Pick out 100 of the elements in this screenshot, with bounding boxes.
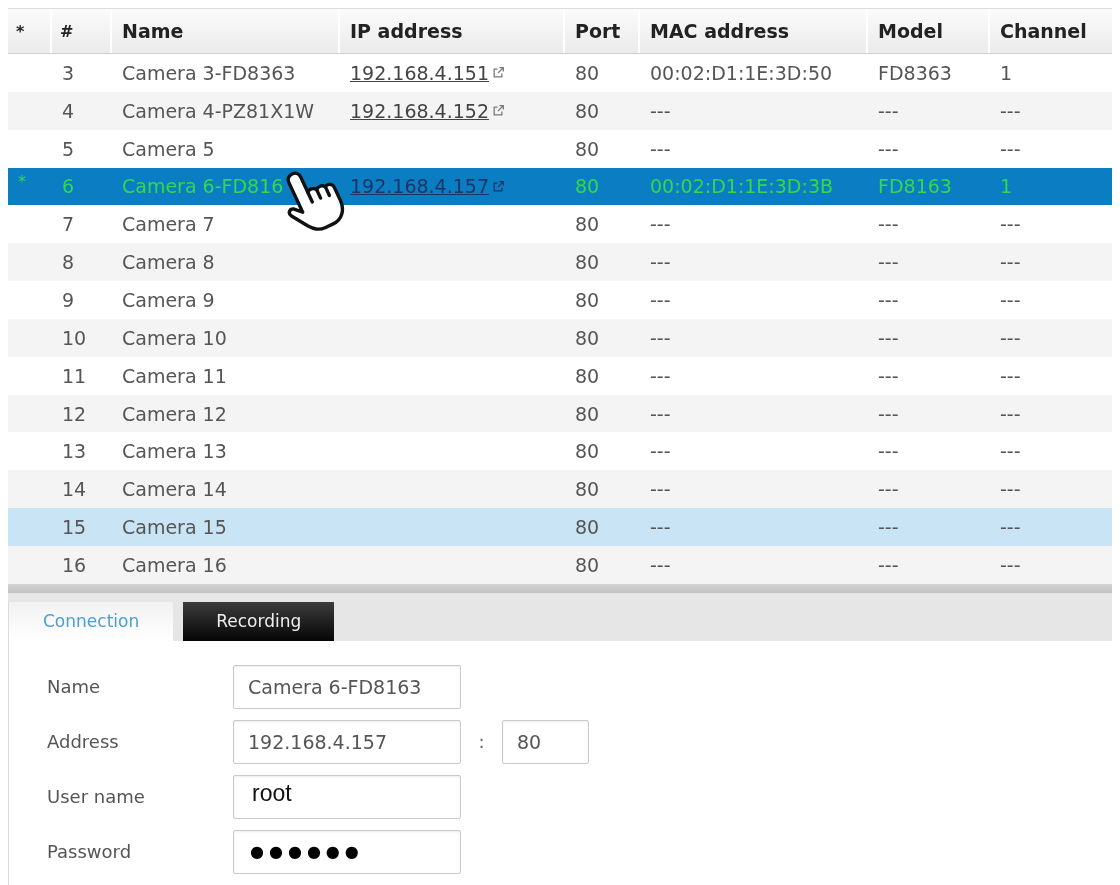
port-number: 80 bbox=[575, 402, 600, 425]
port-number: 80 bbox=[575, 326, 600, 349]
column-header: Model bbox=[868, 9, 990, 53]
column-header: MAC address bbox=[640, 9, 868, 53]
table-row[interactable]: 14 Camera 14 80 --- --- --- bbox=[8, 470, 1112, 509]
column-header: Port bbox=[565, 9, 640, 53]
mac-address: --- bbox=[650, 364, 671, 387]
camera-name: Camera 10 bbox=[122, 326, 227, 349]
column-header: Name bbox=[112, 9, 340, 53]
camera-name: Camera 13 bbox=[122, 440, 227, 463]
channel-number: --- bbox=[1000, 516, 1021, 539]
row-number: 4 bbox=[62, 99, 75, 122]
port-number: 80 bbox=[575, 478, 600, 501]
camera-name: Camera 6-FD816 bbox=[122, 175, 284, 198]
model-name: --- bbox=[878, 326, 899, 349]
mac-address: --- bbox=[650, 213, 671, 236]
table-row[interactable]: 16 Camera 16 80 --- --- --- bbox=[8, 545, 1112, 584]
row-number: 3 bbox=[62, 61, 75, 84]
port-number: 80 bbox=[575, 61, 600, 84]
model-name: --- bbox=[878, 516, 899, 539]
table-row[interactable]: 10 Camera 10 80 --- --- --- bbox=[8, 318, 1112, 357]
table-row[interactable]: 12 Camera 12 80 --- --- --- bbox=[8, 394, 1112, 433]
port-number: 80 bbox=[575, 289, 600, 311]
port-number: 80 bbox=[575, 137, 600, 160]
field-label: User name bbox=[47, 786, 146, 808]
channel-number: --- bbox=[1000, 213, 1021, 236]
table-row[interactable]: 8 Camera 8 80 --- --- --- bbox=[8, 243, 1112, 282]
port-number: 80 bbox=[575, 175, 600, 198]
external-link-icon bbox=[493, 180, 504, 192]
channel-number: --- bbox=[1000, 99, 1021, 122]
port-number: 80 bbox=[575, 364, 600, 387]
model-name: FD8163 bbox=[878, 175, 952, 198]
channel-number: 1 bbox=[1000, 175, 1013, 198]
field-label: Password bbox=[47, 841, 133, 863]
column-header: # bbox=[52, 9, 112, 53]
model-name: --- bbox=[878, 213, 899, 236]
mac-address: --- bbox=[650, 440, 671, 463]
camera-name: Camera 7 bbox=[122, 213, 215, 236]
channel-number: --- bbox=[1000, 289, 1021, 311]
camera-name: Camera 8 bbox=[122, 251, 215, 274]
model-name: --- bbox=[878, 553, 899, 576]
port-field[interactable]: 80 bbox=[502, 719, 589, 764]
row-number: 9 bbox=[62, 289, 75, 311]
model-name: FD8363 bbox=[878, 61, 952, 84]
table-row[interactable]: 15 Camera 15 80 --- --- --- bbox=[8, 508, 1112, 546]
model-name: --- bbox=[878, 251, 899, 274]
password-field[interactable]: ●●●●●● bbox=[233, 829, 461, 874]
camera-name: Camera 11 bbox=[122, 364, 227, 387]
tab[interactable]: Recording bbox=[183, 601, 335, 641]
model-name: --- bbox=[878, 289, 899, 311]
port-number: 80 bbox=[575, 440, 600, 463]
mac-address: --- bbox=[650, 137, 671, 160]
model-name: --- bbox=[878, 364, 899, 387]
external-link-icon bbox=[493, 105, 504, 117]
input-field[interactable]: 192.168.4.157 bbox=[233, 719, 461, 764]
port-number: 80 bbox=[575, 99, 600, 122]
row-marker: * bbox=[18, 171, 26, 191]
column-header: IP address bbox=[340, 9, 565, 53]
channel-number: --- bbox=[1000, 402, 1021, 425]
row-number: 7 bbox=[62, 213, 75, 236]
mac-address: 00:02:D1:1E:3D:3B bbox=[650, 175, 833, 198]
row-number: 6 bbox=[62, 175, 75, 198]
row-number: 10 bbox=[62, 326, 87, 349]
external-link-icon bbox=[493, 67, 504, 79]
channel-number: --- bbox=[1000, 478, 1021, 501]
camera-name: Camera 14 bbox=[122, 478, 227, 501]
port-separator: : bbox=[477, 731, 486, 753]
mac-address: 00:02:D1:1E:3D:50 bbox=[650, 61, 833, 84]
input-field[interactable]: Camera 6-FD8163 bbox=[233, 664, 461, 709]
row-number: 13 bbox=[62, 440, 87, 463]
camera-name: Camera 12 bbox=[122, 402, 227, 425]
mac-address: --- bbox=[650, 99, 671, 122]
splitter-bar[interactable] bbox=[8, 583, 1112, 593]
column-header: Channel bbox=[990, 9, 1112, 53]
field-label: Name bbox=[47, 676, 102, 698]
port-number: 80 bbox=[575, 213, 600, 236]
camera-name: Camera 5 bbox=[122, 137, 215, 160]
channel-number: --- bbox=[1000, 553, 1021, 576]
mac-address: --- bbox=[650, 478, 671, 501]
mac-address: --- bbox=[650, 553, 671, 576]
input-field[interactable]: root bbox=[233, 774, 461, 819]
mac-address: --- bbox=[650, 402, 671, 425]
ip-link[interactable]: 192.168.4.151 bbox=[350, 61, 489, 84]
mac-address: --- bbox=[650, 326, 671, 349]
channel-number: --- bbox=[1000, 251, 1021, 274]
model-name: --- bbox=[878, 478, 899, 501]
camera-name: Camera 16 bbox=[122, 553, 227, 576]
row-number: 14 bbox=[62, 478, 87, 501]
ip-link[interactable]: 192.168.4.152 bbox=[350, 99, 489, 122]
camera-name: Camera 15 bbox=[122, 516, 227, 539]
model-name: --- bbox=[878, 137, 899, 160]
row-number: 8 bbox=[62, 251, 75, 274]
model-name: --- bbox=[878, 99, 899, 122]
model-name: --- bbox=[878, 402, 899, 425]
row-number: 15 bbox=[62, 516, 87, 539]
mac-address: --- bbox=[650, 289, 671, 311]
column-header: * bbox=[8, 9, 52, 53]
channel-number: --- bbox=[1000, 326, 1021, 349]
table-row[interactable]: 4 Camera 4-PZ81X1W 192.168.4.152 80 --- --- --- bbox=[8, 91, 1112, 130]
port-number: 80 bbox=[575, 553, 600, 576]
